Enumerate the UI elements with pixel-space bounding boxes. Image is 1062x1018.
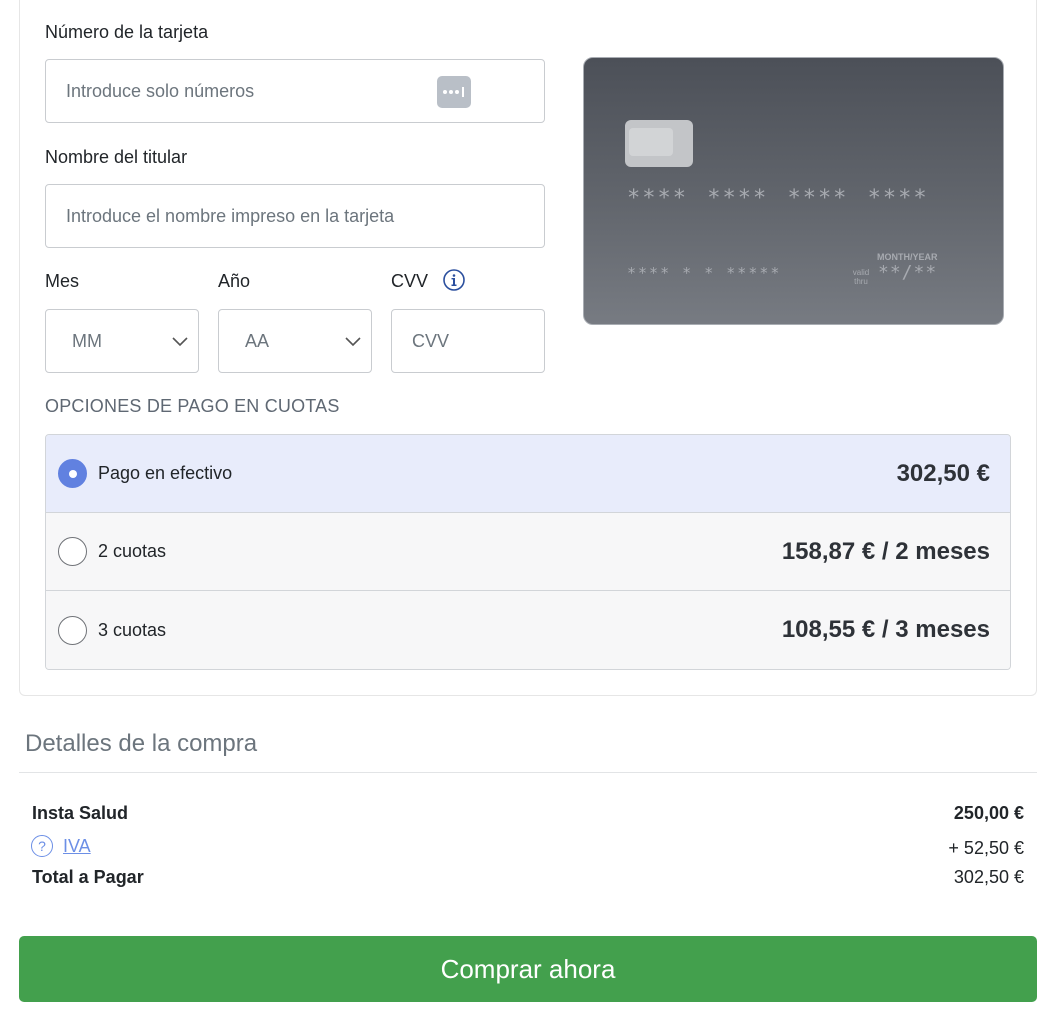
card-preview-name: **** * * ***** [627,264,782,282]
radio-selected[interactable] [58,459,87,488]
installment-option-2[interactable]: 2 cuotas 158,87 € / 2 meses [46,513,1010,591]
card-preview-number: **** **** **** **** [627,186,929,211]
card-preview-month-year-label: MONTH/YEAR [877,252,938,262]
option-label: Pago en efectivo [98,463,233,483]
chevron-down-icon [172,337,188,347]
card-preview: **** **** **** **** **** * * ***** MONTH… [583,57,1004,325]
card-preview-valid-thru: valid thru [852,268,870,286]
cvv-field[interactable] [391,309,545,373]
card-number-label: Número de la tarjeta [45,22,209,42]
installment-option-cash[interactable]: Pago en efectivo 302,50 € [46,435,1010,513]
chevron-down-icon [345,337,361,347]
year-select-value: AA [245,330,270,351]
holder-name-field[interactable] [45,184,545,248]
month-label: Mes [45,271,80,291]
radio-unselected[interactable] [58,537,87,566]
card-type-icon [437,76,471,108]
total-amount: 302,50 € [953,867,1024,887]
divider [19,772,1037,773]
month-select[interactable]: MM [45,309,199,373]
option-label: 3 cuotas [98,619,167,640]
holder-name-input[interactable] [46,205,544,227]
total-label: Total a Pagar [32,867,144,887]
tax-amount: + 52,50 € [948,838,1024,858]
info-icon[interactable] [443,269,465,291]
year-select[interactable]: AA [218,309,372,373]
month-select-value: MM [72,330,102,351]
product-name: Insta Salud [32,803,129,823]
installment-options: Pago en efectivo 302,50 € 2 cuotas 158,8… [45,434,1011,670]
installments-title: OPCIONES DE PAGO EN CUOTAS [45,396,340,416]
option-amount: 108,55 € / 3 meses [781,616,990,643]
holder-name-label: Nombre del titular [45,147,188,167]
help-icon[interactable]: ? [31,835,53,857]
buy-now-button[interactable]: Comprar ahora [19,936,1037,1002]
product-price: 250,00 € [953,803,1024,823]
details-title: Detalles de la compra [25,730,258,757]
radio-unselected[interactable] [58,615,87,645]
tax-link[interactable]: IVA [63,836,91,857]
tax-row: ? IVA [31,835,91,857]
card-chip [625,120,693,167]
cvv-label: CVV [391,271,429,291]
installment-option-3[interactable]: 3 cuotas 108,55 € / 3 meses [46,591,1010,669]
cvv-input[interactable] [392,330,544,352]
card-preview-expiry: **/** [878,262,938,283]
option-amount: 302,50 € [896,459,990,487]
card-number-field[interactable] [45,59,545,123]
option-amount: 158,87 € / 2 meses [781,537,990,565]
year-label: Año [218,271,251,291]
option-label: 2 cuotas [98,541,167,561]
